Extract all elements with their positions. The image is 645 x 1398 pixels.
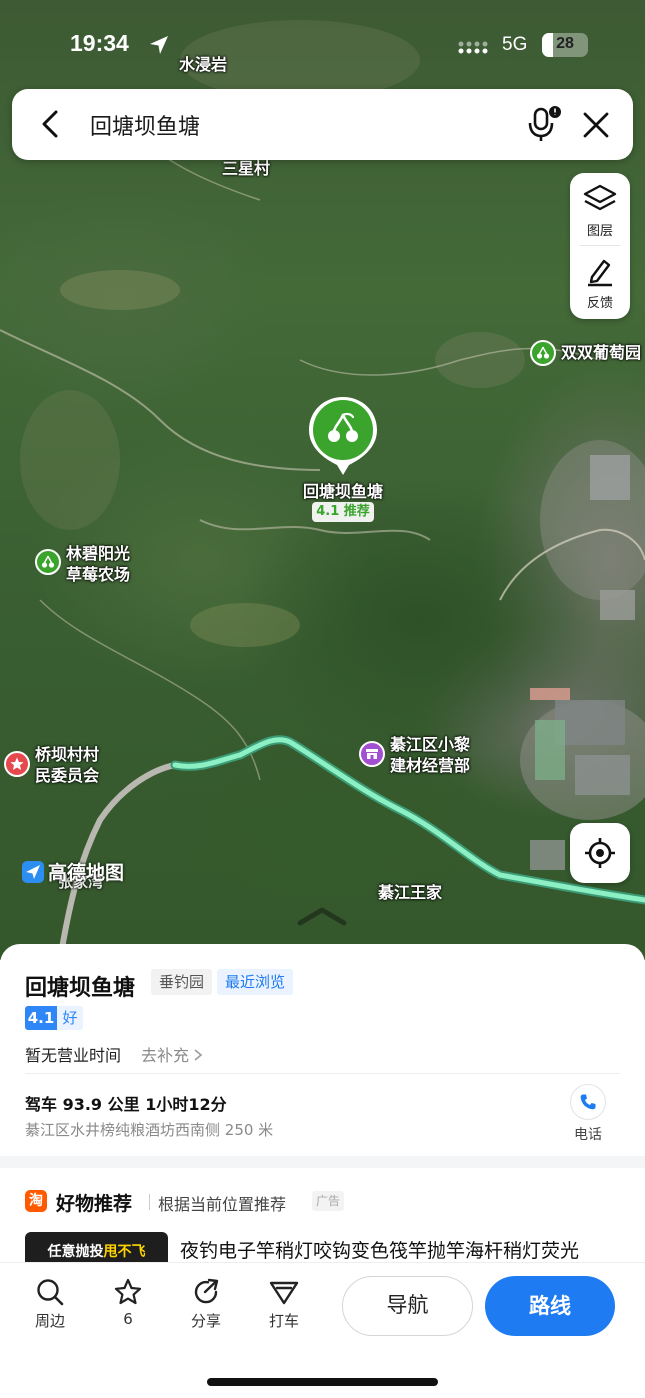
share-button[interactable]: 分享: [176, 1277, 236, 1331]
map-label-committee-2[interactable]: 民委员会: [35, 765, 99, 786]
recommend-separator: [149, 1194, 150, 1210]
favorite-button[interactable]: 6: [98, 1277, 158, 1328]
taxi-label: 打车: [268, 1312, 299, 1330]
drive-info: 驾车 93.9 公里 1小时12分: [25, 1095, 227, 1114]
map-label-vineyard[interactable]: 双双葡萄园: [561, 342, 641, 363]
poi-strawberry-farm-icon[interactable]: [35, 549, 61, 575]
section-gap: [0, 1156, 645, 1168]
product-image-text-a: 任意抛投: [47, 1244, 104, 1260]
back-arrow-icon[interactable]: [34, 107, 68, 141]
map-label-committee-1[interactable]: 桥坝村村: [35, 744, 99, 765]
shop-icon: [366, 749, 378, 759]
marker-rating-badge: 4.1 推荐: [312, 502, 374, 522]
map-label-materials-1[interactable]: 綦江区小黎: [390, 734, 470, 755]
screen: 水浸岩 三星村 双双葡萄园 林碧阳光 草莓农场 桥坝村村 民委员会 綦江区小黎 …: [0, 0, 645, 1398]
bottom-toolbar: 周边 6 分享 打车 导航 路线: [0, 1262, 645, 1398]
recent-view-tag: 最近浏览: [217, 969, 294, 995]
location-arrow-icon: [150, 36, 168, 54]
taxi-button[interactable]: 打车: [254, 1277, 314, 1331]
map-label-materials-2[interactable]: 建材经营部: [390, 755, 470, 776]
map-tools-panel: 图层 反馈: [570, 173, 630, 319]
map-label-sanxingcun: 三星村: [222, 159, 271, 178]
battery-level: 28: [556, 35, 574, 52]
voice-mic-icon[interactable]: [526, 105, 562, 143]
home-indicator: [207, 1378, 438, 1386]
poi-building-materials-icon[interactable]: [359, 741, 385, 767]
star-icon: [10, 757, 24, 770]
close-icon[interactable]: [580, 109, 612, 141]
place-address: 綦江区水井榜纯粮酒坊西南侧 250 米: [25, 1121, 274, 1139]
marker-name[interactable]: 回塘坝鱼塘: [285, 481, 401, 502]
phone-label: 电话: [574, 1127, 602, 1143]
product-image-text-b: 甩不飞: [103, 1244, 146, 1260]
layers-icon: [583, 184, 617, 211]
rating-score[interactable]: 4.1: [25, 1006, 57, 1030]
recommend-subtitle: 根据当前位置推荐: [158, 1195, 287, 1214]
nearby-button[interactable]: 周边: [20, 1277, 80, 1331]
place-title: 回塘坝鱼塘: [25, 976, 136, 1001]
search-icon: [37, 1279, 64, 1306]
taxi-icon: [269, 1281, 299, 1305]
recommend-title: 好物推荐: [56, 1193, 133, 1215]
map-label-wangjia: 綦江王家: [378, 883, 443, 902]
ad-label: 广告: [312, 1191, 345, 1211]
search-query[interactable]: 回塘坝鱼塘: [90, 109, 200, 141]
status-time: 19:34: [70, 30, 129, 56]
poi-vineyard-icon[interactable]: [530, 340, 556, 366]
search-bar[interactable]: 回塘坝鱼塘: [12, 89, 633, 160]
layers-label: 图层: [586, 224, 613, 239]
share-icon: [194, 1278, 219, 1304]
tools-divider: [580, 245, 620, 246]
route-button[interactable]: 路线: [485, 1276, 615, 1336]
phone-button[interactable]: [570, 1084, 606, 1120]
sheet-divider: [25, 1073, 620, 1074]
navigate-button[interactable]: 导航: [342, 1276, 473, 1336]
feedback-button[interactable]: 反馈: [570, 249, 630, 319]
locate-crosshair-icon: [585, 838, 615, 868]
cherry-icon: [41, 555, 55, 568]
status-bar: 19:34 5G 28: [0, 30, 645, 60]
selected-place-marker[interactable]: [307, 395, 379, 477]
chevron-right-icon: [194, 1049, 203, 1061]
rating-word[interactable]: 好: [57, 1006, 83, 1030]
feedback-label: 反馈: [586, 296, 613, 311]
add-hours-label: 去补充: [141, 1046, 190, 1065]
product-title[interactable]: 夜钓电子竿稍灯咬钩变色筏竿抛竿海杆稍灯荧光: [180, 1236, 579, 1263]
locate-me-button[interactable]: [570, 823, 630, 883]
poi-village-committee-icon[interactable]: [4, 751, 30, 777]
edit-pencil-icon: [588, 259, 612, 287]
battery-icon: 28: [542, 33, 588, 57]
add-hours-link[interactable]: 去补充: [141, 1042, 203, 1066]
network-type: 5G: [502, 34, 528, 55]
gaode-logo: 高德地图: [22, 858, 124, 885]
nearby-label: 周边: [34, 1312, 65, 1330]
share-label: 分享: [190, 1312, 221, 1330]
category-tag: 垂钓园: [151, 969, 213, 995]
map-label-strawberry-2[interactable]: 草莓农场: [66, 564, 130, 585]
business-hours: 暂无营业时间: [25, 1046, 122, 1065]
phone-icon: [580, 1094, 596, 1110]
gaode-arrow-icon: [22, 860, 44, 883]
taobao-icon: 淘: [25, 1190, 47, 1212]
layers-button[interactable]: 图层: [570, 177, 630, 247]
favorite-count: 6: [123, 1310, 133, 1328]
cellular-signal-icon: [458, 41, 488, 54]
star-icon: [114, 1278, 142, 1305]
chevron-up-icon[interactable]: [296, 905, 348, 927]
cherry-icon: [536, 346, 550, 359]
map-label-strawberry-1[interactable]: 林碧阳光: [66, 543, 130, 564]
gaode-logo-text: 高德地图: [48, 862, 125, 884]
